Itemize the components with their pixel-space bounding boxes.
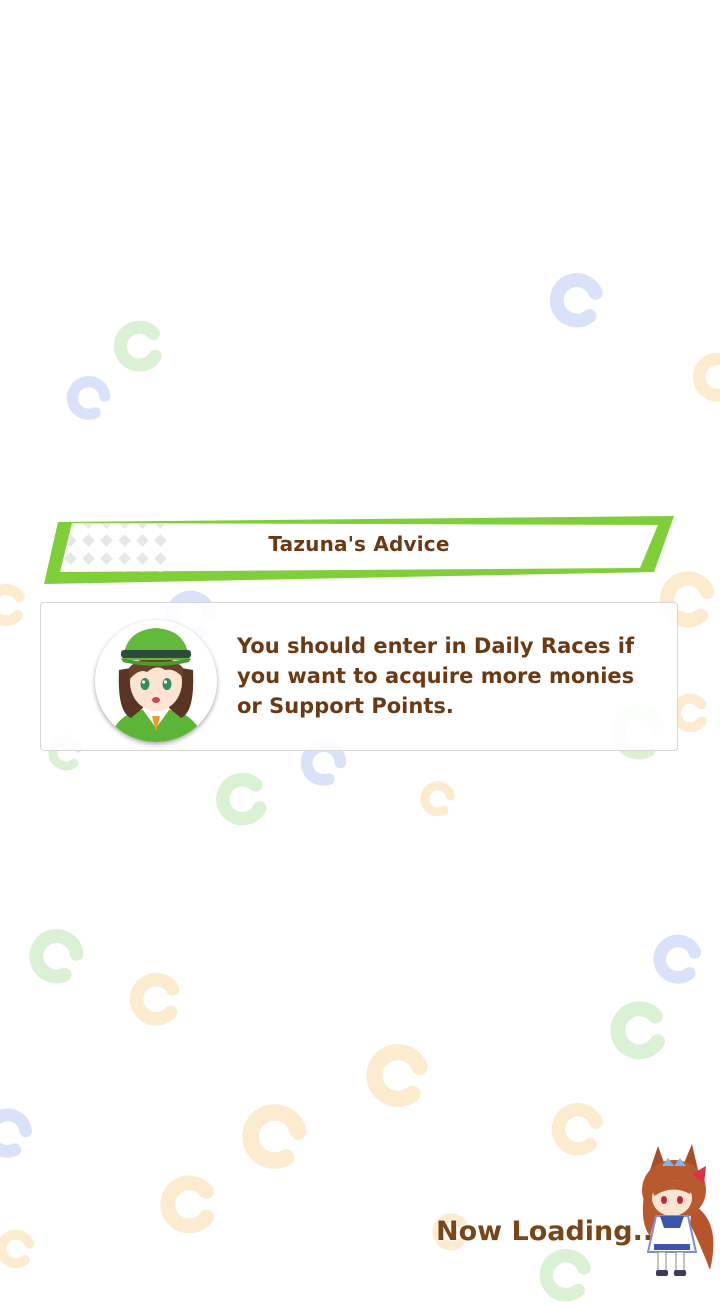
chibi-horse-girl-icon xyxy=(630,1144,718,1278)
advice-card: You should enter in Daily Races if you w… xyxy=(40,602,678,751)
horseshoe-icon xyxy=(29,929,84,984)
horseshoe-icon xyxy=(242,1104,307,1169)
horseshoe-icon xyxy=(539,1249,591,1302)
horseshoe-icon xyxy=(0,1229,35,1269)
horseshoe-icon xyxy=(160,1175,214,1234)
advice-title: Tazuna's Advice xyxy=(268,532,450,556)
advice-header-banner: Tazuna's Advice xyxy=(44,514,674,588)
horseshoe-icon xyxy=(420,781,456,817)
advice-message: You should enter in Daily Races if you w… xyxy=(237,634,635,718)
horseshoe-icon xyxy=(366,1043,428,1107)
horseshoe-icon xyxy=(551,1103,603,1156)
horseshoe-icon xyxy=(0,583,25,626)
horseshoe-icon xyxy=(693,352,720,402)
horseshoe-icon xyxy=(66,376,111,420)
horseshoe-icon xyxy=(113,320,162,372)
horseshoe-icon xyxy=(610,1001,666,1060)
horseshoe-icon xyxy=(549,273,603,328)
horseshoe-icon xyxy=(0,1108,32,1158)
tazuna-portrait-icon xyxy=(95,620,217,742)
horseshoe-icon xyxy=(653,934,702,984)
horseshoe-icon xyxy=(129,973,180,1026)
horseshoe-icon xyxy=(216,772,267,826)
